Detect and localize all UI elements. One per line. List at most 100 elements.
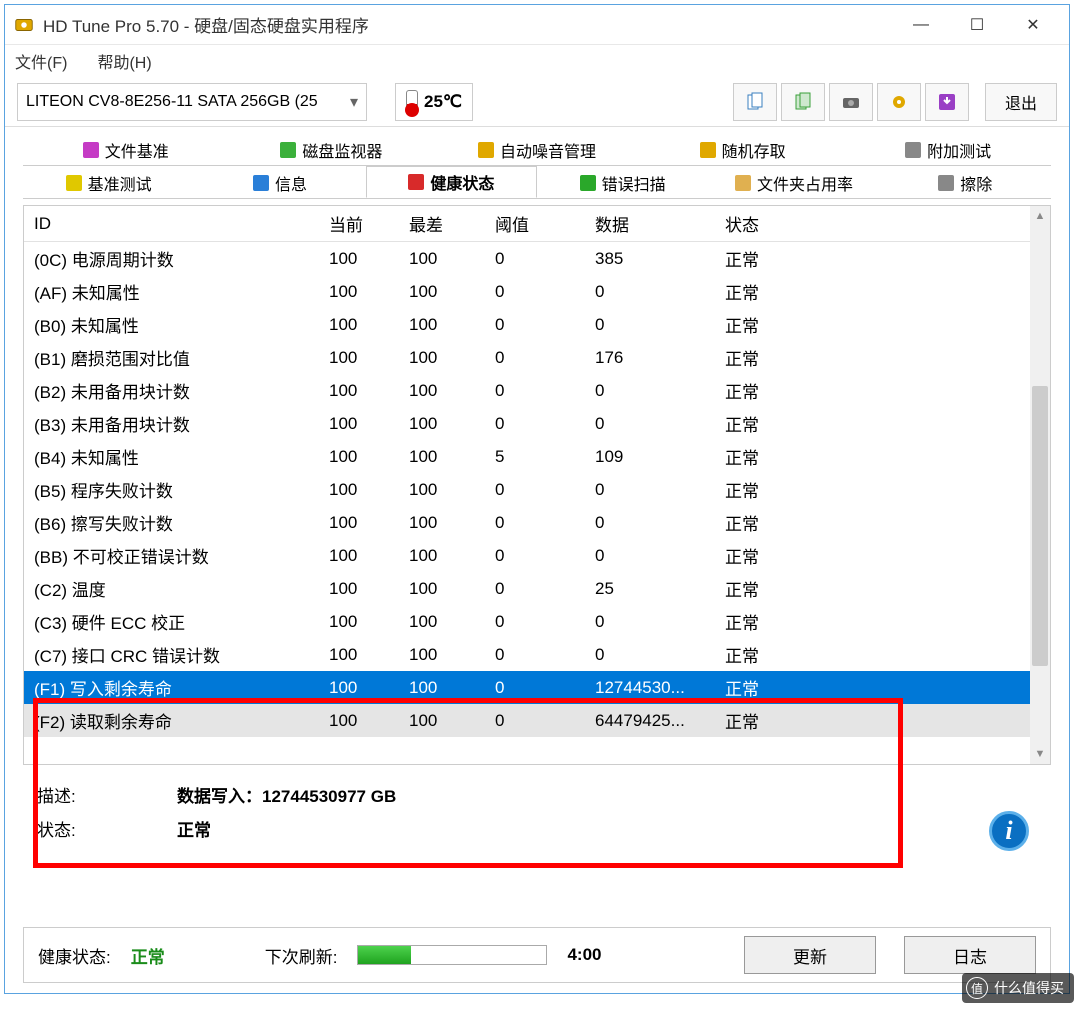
cell-threshold: 0 xyxy=(485,282,585,302)
cell-status: 正常 xyxy=(715,477,835,502)
info-icon[interactable]: i xyxy=(989,811,1029,851)
save-button[interactable] xyxy=(925,83,969,121)
cell-id: (C2) 温度 xyxy=(24,576,319,601)
tab-label: 基准测试 xyxy=(88,171,152,195)
copy-data-icon xyxy=(793,92,813,112)
col-data[interactable]: 数据 xyxy=(585,211,715,236)
col-current[interactable]: 当前 xyxy=(319,211,399,236)
menu-file[interactable]: 文件(F) xyxy=(15,49,67,73)
cell-status: 正常 xyxy=(715,510,835,535)
table-row[interactable]: (C7) 接口 CRC 错误计数10010000正常 xyxy=(24,638,1050,671)
tab-label: 健康状态 xyxy=(430,170,494,194)
cell-data: 64479425... xyxy=(585,711,715,731)
gear-icon xyxy=(889,92,909,112)
tab-文件基准[interactable]: 文件基准 xyxy=(23,133,229,165)
watermark-badge: 值 xyxy=(966,977,988,999)
table-row[interactable]: (B2) 未用备用块计数10010000正常 xyxy=(24,374,1050,407)
log-button[interactable]: 日志 xyxy=(904,936,1036,974)
tab-随机存取[interactable]: 随机存取 xyxy=(640,133,846,165)
table-row[interactable]: (B4) 未知属性1001005109正常 xyxy=(24,440,1050,473)
scrollbar-thumb[interactable] xyxy=(1032,386,1048,666)
cell-status: 正常 xyxy=(715,708,835,733)
minimize-button[interactable]: — xyxy=(893,7,949,43)
cell-current: 100 xyxy=(319,249,399,269)
menubar: 文件(F) 帮助(H) xyxy=(5,45,1069,77)
cell-id: (B3) 未用备用块计数 xyxy=(24,411,319,436)
cell-data: 0 xyxy=(585,645,715,665)
tab-基准测试[interactable]: 基准测试 xyxy=(23,166,194,198)
vertical-scrollbar[interactable]: ▲ ▼ xyxy=(1030,206,1050,764)
cell-current: 100 xyxy=(319,381,399,401)
refresh-progress xyxy=(357,945,547,965)
cell-status: 正常 xyxy=(715,411,835,436)
table-row[interactable]: (B3) 未用备用块计数10010000正常 xyxy=(24,407,1050,440)
menu-help[interactable]: 帮助(H) xyxy=(97,49,151,73)
app-icon xyxy=(13,14,35,36)
tab-label: 擦除 xyxy=(960,171,992,195)
drive-select[interactable]: LITEON CV8-8E256-11 SATA 256GB (25 xyxy=(17,83,367,121)
tab-icon xyxy=(83,142,99,158)
copy-text-button[interactable] xyxy=(733,83,777,121)
tab-文件夹占用率[interactable]: 文件夹占用率 xyxy=(708,166,879,198)
scroll-up-icon[interactable]: ▲ xyxy=(1030,206,1050,226)
copy-data-button[interactable] xyxy=(781,83,825,121)
table-row[interactable]: (B6) 擦写失败计数10010000正常 xyxy=(24,506,1050,539)
cell-id: (B1) 磨损范围对比值 xyxy=(24,345,319,370)
col-threshold[interactable]: 阈值 xyxy=(485,211,585,236)
tab-磁盘监视器[interactable]: 磁盘监视器 xyxy=(229,133,435,165)
exit-button[interactable]: 退出 xyxy=(985,83,1057,121)
cell-id: (BB) 不可校正错误计数 xyxy=(24,543,319,568)
table-row[interactable]: (0C) 电源周期计数1001000385正常 xyxy=(24,242,1050,275)
cell-data: 0 xyxy=(585,480,715,500)
main-window: HD Tune Pro 5.70 - 硬盘/固态硬盘实用程序 — ☐ ✕ 文件(… xyxy=(4,4,1070,994)
tabs: 文件基准磁盘监视器自动噪音管理随机存取 附加测试 基准测试 信息 健康状态 错误扫描文件… xyxy=(5,127,1069,199)
copy-icon xyxy=(745,92,765,112)
tab-icon xyxy=(280,142,296,158)
settings-button[interactable] xyxy=(877,83,921,121)
table-row[interactable]: (AF) 未知属性10010000正常 xyxy=(24,275,1050,308)
tab-自动噪音管理[interactable]: 自动噪音管理 xyxy=(434,133,640,165)
cell-current: 100 xyxy=(319,612,399,632)
table-row[interactable]: (BB) 不可校正错误计数10010000正常 xyxy=(24,539,1050,572)
col-worst[interactable]: 最差 xyxy=(399,211,485,236)
tab-icon xyxy=(735,175,751,191)
screenshot-button[interactable] xyxy=(829,83,873,121)
cell-status: 正常 xyxy=(715,444,835,469)
tab-擦除[interactable]: 擦除 xyxy=(880,166,1051,198)
table-row[interactable]: (B5) 程序失败计数10010000正常 xyxy=(24,473,1050,506)
table-row[interactable]: (F2) 读取剩余寿命100100064479425...正常 xyxy=(24,704,1050,737)
update-button[interactable]: 更新 xyxy=(744,936,876,974)
tab-label: 附加测试 xyxy=(927,138,991,162)
cell-current: 100 xyxy=(319,546,399,566)
scroll-down-icon[interactable]: ▼ xyxy=(1030,744,1050,764)
table-row[interactable]: (F1) 写入剩余寿命100100012744530...正常 xyxy=(24,671,1050,704)
cell-current: 100 xyxy=(319,348,399,368)
cell-id: (B4) 未知属性 xyxy=(24,444,319,469)
maximize-button[interactable]: ☐ xyxy=(949,7,1005,43)
tab-icon xyxy=(253,175,269,191)
table-row[interactable]: (C3) 硬件 ECC 校正10010000正常 xyxy=(24,605,1050,638)
refresh-label: 下次刷新: xyxy=(265,943,338,968)
table-row[interactable]: (C2) 温度100100025正常 xyxy=(24,572,1050,605)
cell-worst: 100 xyxy=(399,447,485,467)
tab-icon xyxy=(408,174,424,190)
close-button[interactable]: ✕ xyxy=(1005,7,1061,43)
tab-附加测试[interactable]: 附加测试 xyxy=(845,133,1051,165)
cell-worst: 100 xyxy=(399,480,485,500)
table-row[interactable]: (B0) 未知属性10010000正常 xyxy=(24,308,1050,341)
titlebar: HD Tune Pro 5.70 - 硬盘/固态硬盘实用程序 — ☐ ✕ xyxy=(5,5,1069,45)
col-id[interactable]: ID xyxy=(24,214,319,234)
cell-worst: 100 xyxy=(399,348,485,368)
tab-错误扫描[interactable]: 错误扫描 xyxy=(537,166,708,198)
tab-icon xyxy=(700,142,716,158)
tab-健康状态[interactable]: 健康状态 xyxy=(366,166,537,198)
cell-id: (0C) 电源周期计数 xyxy=(24,246,319,271)
toolbar: LITEON CV8-8E256-11 SATA 256GB (25 25℃ 退… xyxy=(5,77,1069,127)
cell-data: 12744530... xyxy=(585,678,715,698)
tab-信息[interactable]: 信息 xyxy=(194,166,365,198)
status-value: 正常 xyxy=(177,816,211,841)
table-row[interactable]: (B1) 磨损范围对比值1001000176正常 xyxy=(24,341,1050,374)
cell-data: 0 xyxy=(585,546,715,566)
cell-id: (F2) 读取剩余寿命 xyxy=(24,708,319,733)
col-status[interactable]: 状态 xyxy=(715,211,835,236)
